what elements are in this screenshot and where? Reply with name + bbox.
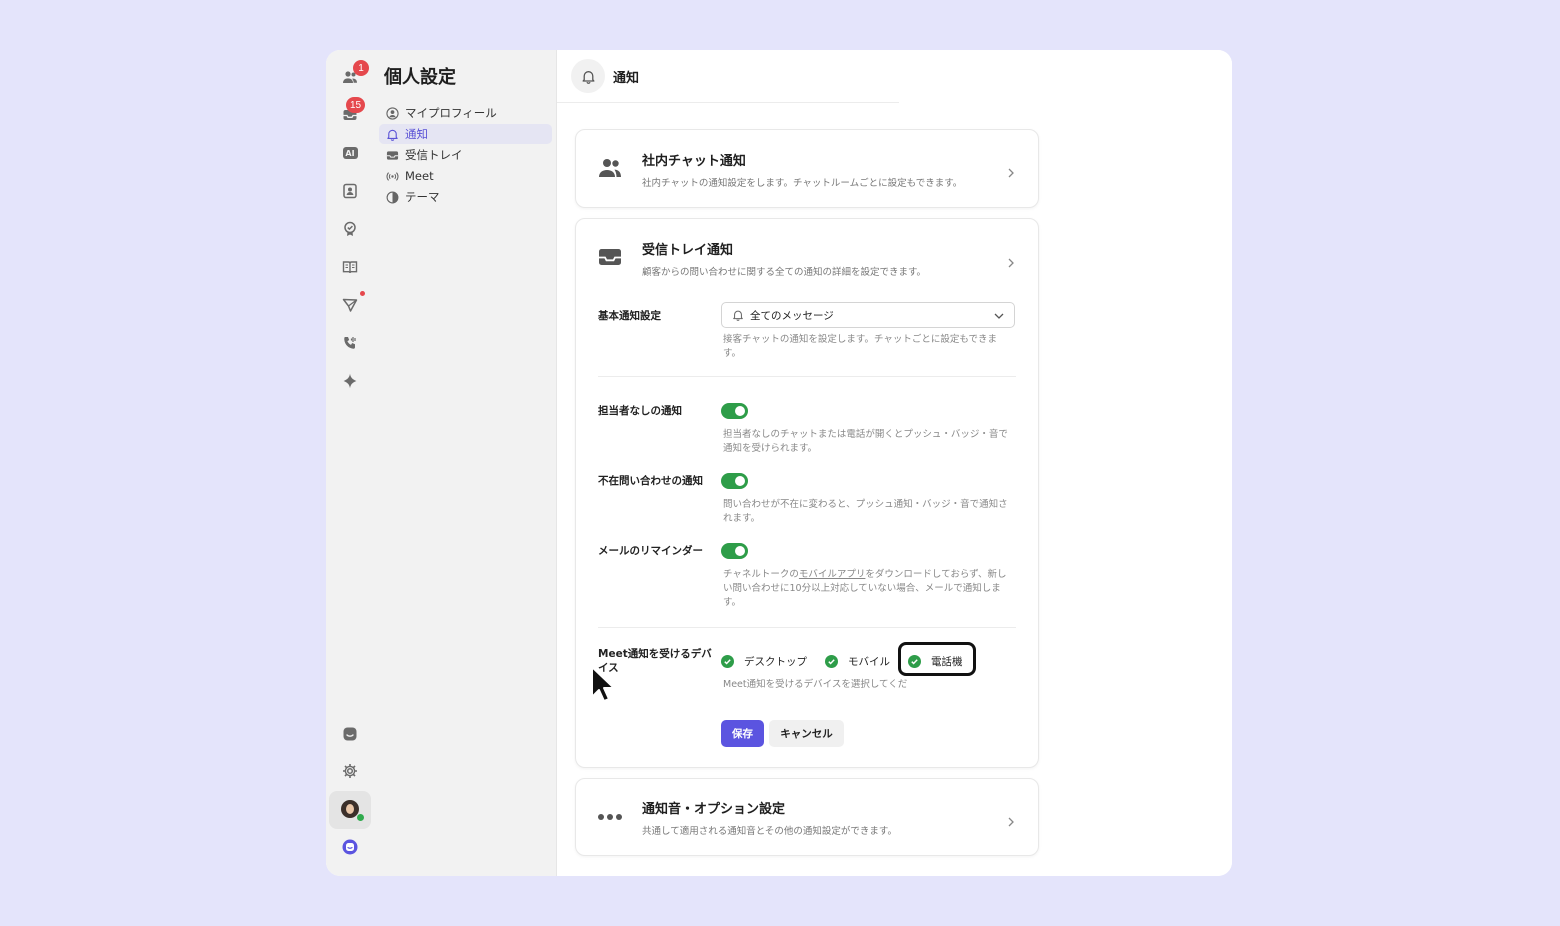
nav-item-label: マイプロフィール [405, 106, 497, 120]
unassigned-toggle[interactable] [721, 403, 748, 419]
card-description: 社内チャットの通知設定をします。チャットルームごとに設定もできます。 [642, 178, 963, 189]
bell-icon [732, 309, 744, 321]
card-title: 受信トレイ通知 [642, 243, 734, 258]
checkbox-label: モバイル [848, 655, 890, 668]
away-toggle[interactable] [721, 473, 748, 489]
channel-logo-icon[interactable] [336, 720, 364, 748]
nav-title: 個人設定 [384, 67, 456, 88]
phone-icon[interactable] [336, 329, 364, 357]
basic-setting-help: 接客チャットの通知を設定します。チャットごとに設定もできます。 [723, 334, 997, 359]
user-avatar-button[interactable] [329, 791, 371, 829]
email-reminder-toggle[interactable] [721, 543, 748, 559]
email-reminder-label: メールのリマインダー [598, 545, 703, 557]
send-icon[interactable] [336, 291, 365, 319]
nav-item-label: 受信トレイ [405, 148, 463, 162]
chevron-right-icon [1006, 163, 1016, 178]
check-icon [825, 654, 838, 668]
nav-item-label: テーマ [405, 190, 440, 204]
bell-icon [571, 59, 605, 93]
gear-icon[interactable] [336, 757, 364, 785]
chevron-right-icon [1006, 812, 1016, 827]
card-title: 通知音・オプション設定 [642, 802, 786, 817]
away-help: 問い合わせが不在に変わると、プッシュ通知・バッジ・音で通知されます。 [723, 499, 1008, 524]
nav-item-theme[interactable]: テーマ [379, 187, 552, 207]
nav-item-meet[interactable]: Meet [379, 166, 552, 186]
online-status-dot [356, 813, 365, 822]
unassigned-help: 担当者なしのチャットまたは電話が開くとプッシュ・バッジ・音で通知を受けられます。 [723, 429, 1008, 454]
meet-devices-help: Meet通知を受けるデバイスを選択してくだ [723, 679, 908, 690]
send-notification-dot [360, 291, 365, 296]
inbox-tray-icon [596, 245, 624, 269]
bell-icon [385, 127, 399, 141]
mobile-app-link[interactable]: モバイルアプリ [799, 569, 866, 580]
channel-talk-logo-icon[interactable] [336, 833, 364, 861]
chevron-down-icon [994, 311, 1004, 321]
sparkle-icon[interactable] [336, 367, 364, 395]
divider [598, 627, 1016, 628]
book-icon[interactable] [336, 253, 364, 281]
contacts-icon[interactable] [336, 177, 364, 205]
team-chat-notification-card[interactable]: 社内チャット通知 社内チャットの通知設定をします。チャットルームごとに設定もでき… [575, 129, 1039, 208]
inbox-icon [385, 148, 399, 162]
icon-rail: 1 15 AI [326, 50, 375, 876]
divider [598, 376, 1016, 377]
team-chat-badge: 1 [353, 60, 369, 76]
mobile-checkbox[interactable]: モバイル [825, 653, 890, 669]
people-icon [596, 156, 624, 180]
card-description: 顧客からの問い合わせに関する全ての通知の詳細を設定できます。 [642, 267, 927, 278]
card-description: 共通して適用される通知音とその他の通知設定ができます。 [642, 826, 897, 837]
desktop-checkbox[interactable]: デスクトップ [721, 653, 807, 669]
nav-item-label: Meet [405, 169, 434, 183]
app-window: 1 15 AI 個人設定 マイプロフィール 通知 受信トレイ Meet テーマ … [326, 50, 1232, 876]
ai-icon[interactable]: AI [336, 139, 364, 167]
inbox-badge: 15 [346, 97, 366, 113]
chevron-right-icon[interactable] [1006, 253, 1016, 268]
nav-item-notifications[interactable]: 通知 [379, 124, 552, 144]
settings-nav: 個人設定 マイプロフィール 通知 受信トレイ Meet テーマ [374, 50, 557, 876]
nav-item-label: 通知 [405, 127, 428, 141]
user-circle-icon [385, 106, 399, 120]
checkbox-label: デスクトップ [744, 655, 807, 668]
badge-check-icon[interactable] [336, 215, 364, 243]
mouse-pointer-icon [590, 665, 616, 705]
focus-highlight-box [898, 642, 976, 676]
save-button[interactable]: 保存 [721, 720, 764, 747]
inbox-rail-icon[interactable]: 15 [336, 97, 366, 129]
notification-level-select[interactable]: 全てのメッセージ [721, 302, 1015, 328]
unassigned-label: 担当者なしの通知 [598, 405, 682, 417]
team-chat-icon[interactable]: 1 [336, 60, 369, 91]
email-reminder-help: チャネルトークのモバイルアプリをダウンロードしておらず、新しい問い合わせに10分… [723, 568, 1015, 610]
nav-item-profile[interactable]: マイプロフィール [379, 103, 552, 123]
select-value: 全てのメッセージ [750, 309, 834, 322]
page-title: 通知 [613, 71, 640, 86]
ai-label: AI [342, 147, 358, 159]
theme-icon [385, 190, 399, 204]
main-content: 通知 社内チャット通知 社内チャットの通知設定をします。チャットルームごとに設定… [557, 50, 1232, 876]
sound-options-card[interactable]: 通知音・オプション設定 共通して適用される通知音とその他の通知設定ができます。 [575, 778, 1039, 856]
nav-item-inbox[interactable]: 受信トレイ [379, 145, 552, 165]
check-icon [721, 654, 734, 668]
broadcast-icon [385, 169, 399, 183]
card-title: 社内チャット通知 [642, 154, 746, 169]
more-dots-icon [596, 805, 624, 829]
away-label: 不在問い合わせの通知 [598, 475, 703, 487]
basic-setting-label: 基本通知設定 [598, 310, 661, 322]
page-header: 通知 [557, 50, 899, 103]
inbox-notification-card: 受信トレイ通知 顧客からの問い合わせに関する全ての通知の詳細を設定できます。 基… [575, 218, 1039, 768]
cancel-button[interactable]: キャンセル [769, 720, 844, 747]
help-text: チャネルトークの [723, 569, 799, 580]
